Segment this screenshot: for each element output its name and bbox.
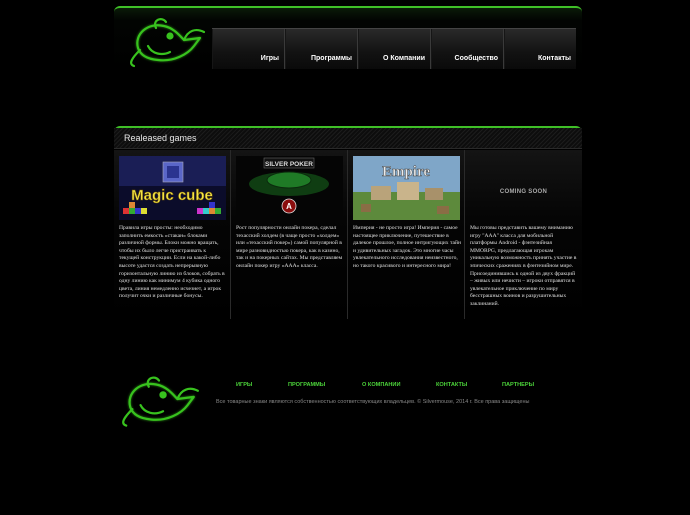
game-description-magic-cube: Правила игры просты: необходимо заполнит…	[119, 225, 225, 300]
footer-mouse-logo-icon[interactable]	[118, 372, 204, 428]
nav-contacts[interactable]: Контакты	[504, 29, 576, 69]
svg-text:SILVER POKER: SILVER POKER	[265, 161, 313, 168]
game-card-empire: Empire Империя - не просто игра! Империя…	[348, 150, 465, 319]
game-description-coming-soon: Мы готовы представить вашему вниманию иг…	[470, 225, 577, 307]
nav-about[interactable]: О Компании	[358, 29, 431, 69]
nav-community[interactable]: Сообщество	[431, 29, 504, 69]
footer-link-games[interactable]: ИГРЫ	[236, 382, 252, 388]
nav-games[interactable]: Игры	[212, 29, 285, 69]
game-thumbnail-silver-poker[interactable]: SILVER POKER A	[236, 156, 343, 220]
footer-link-programs[interactable]: ПРОГРАММЫ	[288, 382, 325, 388]
mouse-logo-icon[interactable]	[126, 14, 210, 68]
site-header: Игры Программы О Компании Сообщество Кон…	[114, 6, 582, 70]
svg-text:Magic cube: Magic cube	[131, 187, 213, 204]
main-nav: Игры Программы О Компании Сообщество Кон…	[212, 28, 576, 69]
game-thumbnail-magic-cube[interactable]: Magic cube	[119, 156, 226, 220]
game-description-silver-poker: Рост популярности онлайн покера, сделал …	[236, 225, 343, 269]
released-games-panel: Realeased games Magic cube Правила игры …	[114, 126, 582, 319]
footer-nav: ИГРЫ ПРОГРАММЫ О КОМПАНИИ КОНТАКТЫ ПАРТН…	[236, 382, 576, 392]
games-list: Magic cube Правила игры просты: необходи…	[114, 150, 582, 319]
game-thumbnail-empire[interactable]: Empire	[353, 156, 460, 220]
game-thumbnail-coming-soon[interactable]: COMING SOON	[470, 156, 577, 220]
footer-copyright: Все товарные знаки являются собственност…	[216, 399, 530, 405]
coming-soon-label: COMING SOON	[499, 189, 548, 195]
nav-programs[interactable]: Программы	[285, 29, 358, 69]
footer-link-about[interactable]: О КОМПАНИИ	[362, 382, 400, 388]
game-card-silver-poker: SILVER POKER A Рост популярности онлайн …	[231, 150, 348, 319]
panel-title: Realeased games	[124, 133, 197, 143]
footer-link-contacts[interactable]: КОНТАКТЫ	[436, 382, 467, 388]
footer-link-partners[interactable]: ПАРТНЕРЫ	[502, 382, 534, 388]
game-description-empire: Империя - не просто игра! Империя - само…	[353, 225, 461, 269]
game-card-magic-cube: Magic cube Правила игры просты: необходи…	[114, 150, 231, 319]
game-card-coming-soon: COMING SOON Мы готовы представить вашему…	[465, 150, 582, 319]
svg-text:A: A	[286, 202, 292, 211]
svg-text:Empire: Empire	[382, 164, 430, 180]
